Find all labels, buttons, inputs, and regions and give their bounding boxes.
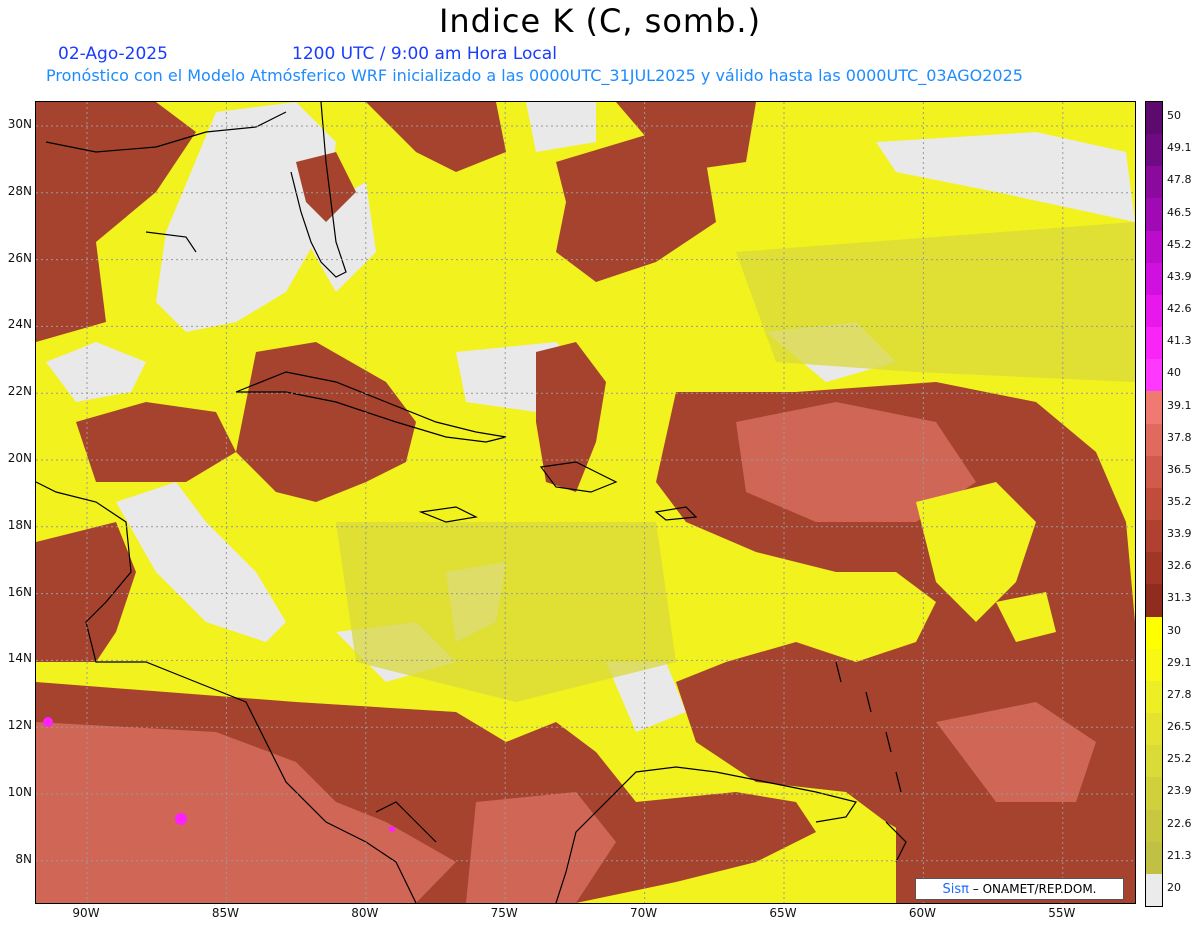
forecast-time: 1200 UTC / 9:00 am Hora Local xyxy=(292,44,557,64)
colorbar-label: 45.2 xyxy=(1167,237,1192,251)
latitude-label: 28N xyxy=(7,183,32,198)
colorbar-label: 22.6 xyxy=(1167,816,1192,830)
latitude-label: 14N xyxy=(7,651,32,666)
credit-box: Sisπ – ONAMET/REP.DOM. xyxy=(915,878,1124,900)
colorbar-label: 46.5 xyxy=(1167,205,1192,219)
latitude-label: 30N xyxy=(7,117,32,131)
colorbar-segment xyxy=(1146,134,1162,167)
colorbar-segment xyxy=(1146,841,1162,875)
colorbar-label: 43.9 xyxy=(1167,269,1192,283)
colorbar-label: 40 xyxy=(1167,366,1181,380)
colorbar-label: 37.8 xyxy=(1167,430,1192,444)
latitude-label: 20N xyxy=(7,451,32,465)
colorbar-segment xyxy=(1146,713,1162,746)
credit-text: – ONAMET/REP.DOM. xyxy=(972,882,1097,896)
latitude-label: 8N xyxy=(15,851,32,866)
longitude-label: 85W xyxy=(211,906,239,920)
forecast-subtitle: Pronóstico con el Modelo Atmósferico WRF… xyxy=(46,66,1023,85)
colorbar-label: 31.3 xyxy=(1167,591,1192,605)
colorbar-segment xyxy=(1146,680,1162,714)
colorbar-label: 49.1 xyxy=(1167,141,1192,155)
colorbar-label: 23.9 xyxy=(1167,784,1192,798)
colorbar-segment xyxy=(1146,327,1162,360)
colorbar xyxy=(1145,101,1163,907)
colorbar-segment xyxy=(1146,359,1162,392)
chart-title: Indice K (C, somb.) xyxy=(438,2,762,40)
colorbar-segment xyxy=(1146,520,1162,553)
colorbar-segment xyxy=(1146,166,1162,199)
credit-brand: Sisπ xyxy=(942,882,969,897)
colorbar-label: 25.2 xyxy=(1167,752,1192,766)
colorbar-segment xyxy=(1146,648,1162,682)
colorbar-label: 50 xyxy=(1167,109,1181,123)
latitude-label: 16N xyxy=(7,584,32,599)
colorbar-label: 47.8 xyxy=(1167,173,1192,187)
colorbar-segment xyxy=(1146,294,1162,328)
colorbar-label: 39.1 xyxy=(1167,398,1192,412)
map-canvas xyxy=(36,102,1135,903)
colorbar-segment xyxy=(1146,809,1162,843)
colorbar-label: 30 xyxy=(1167,623,1181,637)
colorbar-label: 42.6 xyxy=(1167,302,1192,316)
colorbar-label: 29.1 xyxy=(1167,655,1192,669)
longitude-label: 65W xyxy=(769,906,797,920)
colorbar-label: 41.3 xyxy=(1167,334,1192,348)
longitude-label: 80W xyxy=(351,906,379,920)
latitude-label: 10N xyxy=(7,785,32,799)
latitude-label: 26N xyxy=(7,250,32,265)
latitude-label: 24N xyxy=(7,317,32,332)
colorbar-segment xyxy=(1146,423,1162,457)
longitude-label: 75W xyxy=(490,906,518,920)
colorbar-segment xyxy=(1146,745,1162,778)
colorbar-segment xyxy=(1146,552,1162,585)
colorbar-segment xyxy=(1146,487,1162,521)
forecast-date: 02-Ago-2025 xyxy=(58,44,168,64)
colorbar-segment xyxy=(1146,262,1162,296)
colorbar-segment xyxy=(1146,102,1162,135)
colorbar-label: 27.8 xyxy=(1167,687,1192,701)
longitude-label: 90W xyxy=(72,906,100,920)
colorbar-segment xyxy=(1146,777,1162,811)
k-index-map xyxy=(35,101,1136,904)
colorbar-label: 26.5 xyxy=(1167,720,1192,734)
latitude-label: 22N xyxy=(7,384,32,399)
latitude-label: 18N xyxy=(7,517,32,532)
colorbar-segment xyxy=(1146,198,1162,232)
colorbar-segment xyxy=(1146,230,1162,264)
colorbar-label: 33.9 xyxy=(1167,527,1192,541)
colorbar-segment xyxy=(1146,873,1162,907)
colorbar-label: 20 xyxy=(1167,880,1181,894)
latitude-label: 12N xyxy=(7,718,32,733)
longitude-label: 55W xyxy=(1048,906,1076,920)
longitude-label: 60W xyxy=(908,906,936,920)
colorbar-segment xyxy=(1146,584,1162,618)
colorbar-label: 32.6 xyxy=(1167,559,1192,573)
colorbar-label: 35.2 xyxy=(1167,495,1192,508)
colorbar-segment xyxy=(1146,391,1162,425)
colorbar-segment xyxy=(1146,616,1162,650)
longitude-label: 70W xyxy=(630,906,658,920)
colorbar-label: 36.5 xyxy=(1167,462,1192,476)
colorbar-segment xyxy=(1146,455,1162,489)
colorbar-label: 21.3 xyxy=(1167,848,1192,862)
